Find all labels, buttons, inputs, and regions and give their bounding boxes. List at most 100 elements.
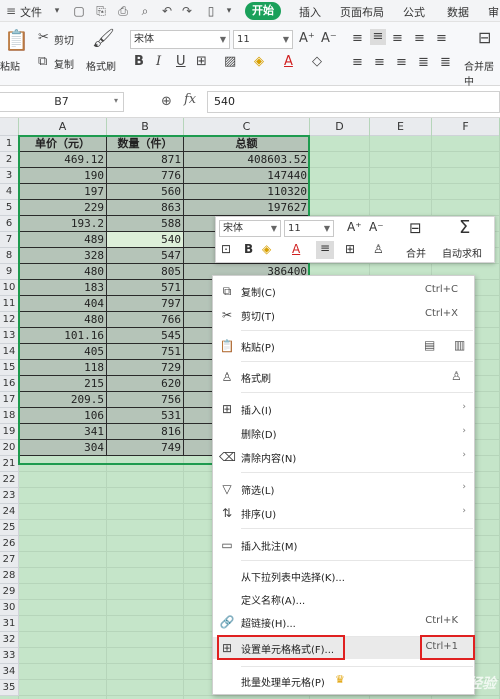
- undo-icon[interactable]: ↶: [160, 4, 174, 18]
- row-header[interactable]: 2: [0, 152, 19, 168]
- table-cell[interactable]: 190: [19, 168, 107, 184]
- merge-center-icon[interactable]: ⊟: [478, 28, 491, 47]
- row-header[interactable]: 13: [0, 328, 19, 344]
- clear-format-icon[interactable]: ◇: [312, 54, 322, 69]
- table-cell[interactable]: 101.16: [19, 328, 107, 344]
- table-cell[interactable]: 408603.52: [184, 152, 310, 168]
- chevron-down-icon[interactable]: ▾: [114, 96, 118, 105]
- table-cell[interactable]: 480: [19, 264, 107, 280]
- row-header[interactable]: 22: [0, 472, 19, 488]
- row-header[interactable]: 30: [0, 600, 19, 616]
- mini-border-icon[interactable]: ⊞: [345, 242, 355, 256]
- export-icon[interactable]: ⎘: [94, 4, 108, 18]
- table-cell[interactable]: 197: [19, 184, 107, 200]
- row-header[interactable]: 29: [0, 584, 19, 600]
- table-cell[interactable]: 751: [107, 344, 184, 360]
- menu-item-pick-from-list[interactable]: 从下拉列表中选择(K)...: [213, 565, 474, 587]
- menu-item-insert-comment[interactable]: ▭ 插入批注(M): [213, 534, 474, 556]
- tab-formulas[interactable]: 公式: [403, 4, 425, 20]
- row-header[interactable]: 6: [0, 216, 19, 232]
- row-header[interactable]: 11: [0, 296, 19, 312]
- table-cell[interactable]: 469.12: [19, 152, 107, 168]
- row-header[interactable]: 8: [0, 248, 19, 264]
- column-header-c[interactable]: C: [184, 118, 310, 136]
- menu-item-insert[interactable]: ⊞ 插入(I) ›: [213, 398, 474, 420]
- menu-item-sort[interactable]: ⇅ 排序(U) ›: [213, 502, 474, 524]
- table-cell[interactable]: 405: [19, 344, 107, 360]
- tab-page-layout[interactable]: 页面布局: [340, 4, 384, 20]
- border-icon[interactable]: ⊞: [196, 54, 207, 69]
- zoom-icon[interactable]: ⊕: [161, 94, 172, 109]
- tab-review[interactable]: 审: [488, 4, 499, 20]
- fx-icon[interactable]: fx: [184, 92, 196, 107]
- formula-input[interactable]: 540: [207, 91, 500, 113]
- row-header[interactable]: 23: [0, 488, 19, 504]
- distributed-icon[interactable]: ≣: [440, 55, 451, 70]
- new-doc-icon[interactable]: ▯: [204, 4, 218, 18]
- redo-icon[interactable]: ↷: [180, 4, 194, 18]
- row-header[interactable]: 32: [0, 632, 19, 648]
- table-cell[interactable]: 480: [19, 312, 107, 328]
- column-header-a[interactable]: A: [19, 118, 107, 136]
- table-cell[interactable]: 197627: [184, 200, 310, 216]
- mini-decrease-font-icon[interactable]: A⁻: [369, 220, 384, 234]
- table-cell[interactable]: 540: [107, 232, 184, 248]
- menu-item-filter[interactable]: ▽ 筛选(L) ›: [213, 478, 474, 500]
- row-header[interactable]: 10: [0, 280, 19, 296]
- mini-merge-cells-icon[interactable]: ⊡: [221, 242, 231, 256]
- paste-special-icon[interactable]: ▥: [454, 338, 465, 352]
- chevron-down-icon[interactable]: ▾: [50, 4, 64, 18]
- copy-icon[interactable]: ⧉: [38, 54, 47, 69]
- row-header[interactable]: 15: [0, 360, 19, 376]
- table-cell[interactable]: 229: [19, 200, 107, 216]
- table-cell[interactable]: 729: [107, 360, 184, 376]
- table-cell[interactable]: 816: [107, 424, 184, 440]
- table-cell[interactable]: 328: [19, 248, 107, 264]
- row-header[interactable]: 27: [0, 552, 19, 568]
- menu-item-format-painter[interactable]: ♙ 格式刷 ♙: [213, 366, 474, 388]
- header-cell[interactable]: 单价（元）: [19, 136, 107, 152]
- font-size-select[interactable]: 11 ▼: [233, 30, 293, 49]
- menu-item-delete[interactable]: 删除(D) ›: [213, 422, 474, 444]
- file-menu[interactable]: 文件: [20, 4, 42, 20]
- row-header[interactable]: 28: [0, 568, 19, 584]
- align-bottom-icon[interactable]: ≡: [392, 31, 403, 46]
- increase-font-icon[interactable]: A⁺: [299, 31, 315, 46]
- format-painter-button[interactable]: 格式刷: [86, 58, 116, 73]
- align-top-icon[interactable]: ≡: [352, 31, 363, 46]
- mini-increase-font-icon[interactable]: A⁺: [347, 220, 362, 234]
- mini-format-painter-icon[interactable]: ♙: [373, 242, 384, 256]
- menu-item-copy[interactable]: ⧉ 复制(C) Ctrl+C: [213, 280, 474, 302]
- row-header[interactable]: 21: [0, 456, 19, 472]
- table-cell[interactable]: 118: [19, 360, 107, 376]
- table-cell[interactable]: 215: [19, 376, 107, 392]
- table-cell[interactable]: 341: [19, 424, 107, 440]
- column-header-d[interactable]: D: [310, 118, 370, 136]
- row-header[interactable]: 9: [0, 264, 19, 280]
- tab-home[interactable]: 开始: [245, 2, 281, 20]
- mini-align-icon[interactable]: ≡: [316, 241, 334, 259]
- header-cell[interactable]: 总额: [184, 136, 310, 152]
- align-middle-icon[interactable]: ≡: [370, 29, 386, 45]
- table-cell[interactable]: 797: [107, 296, 184, 312]
- row-header[interactable]: 4: [0, 184, 19, 200]
- mini-merge-button[interactable]: 合并: [406, 245, 426, 260]
- table-cell[interactable]: 304: [19, 440, 107, 456]
- table-cell[interactable]: 588: [107, 216, 184, 232]
- menu-item-paste[interactable]: 📋 粘贴(P) ▤ ▥: [213, 335, 474, 357]
- mini-fill-color-icon[interactable]: ◈: [262, 242, 271, 256]
- table-cell[interactable]: 571: [107, 280, 184, 296]
- column-header-f[interactable]: F: [432, 118, 500, 136]
- table-cell[interactable]: 756: [107, 392, 184, 408]
- column-header-b[interactable]: B: [107, 118, 184, 136]
- table-cell[interactable]: 560: [107, 184, 184, 200]
- menu-item-clear-contents[interactable]: ⌫ 清除内容(N) ›: [213, 446, 474, 468]
- row-header[interactable]: 33: [0, 648, 19, 664]
- mini-merge-icon[interactable]: ⊟: [409, 219, 422, 237]
- table-cell[interactable]: 110320: [184, 184, 310, 200]
- italic-icon[interactable]: I: [156, 54, 161, 69]
- row-header[interactable]: 5: [0, 200, 19, 216]
- table-cell[interactable]: 147440: [184, 168, 310, 184]
- table-cell[interactable]: 209.5: [19, 392, 107, 408]
- align-right-icon[interactable]: ≡: [396, 55, 407, 70]
